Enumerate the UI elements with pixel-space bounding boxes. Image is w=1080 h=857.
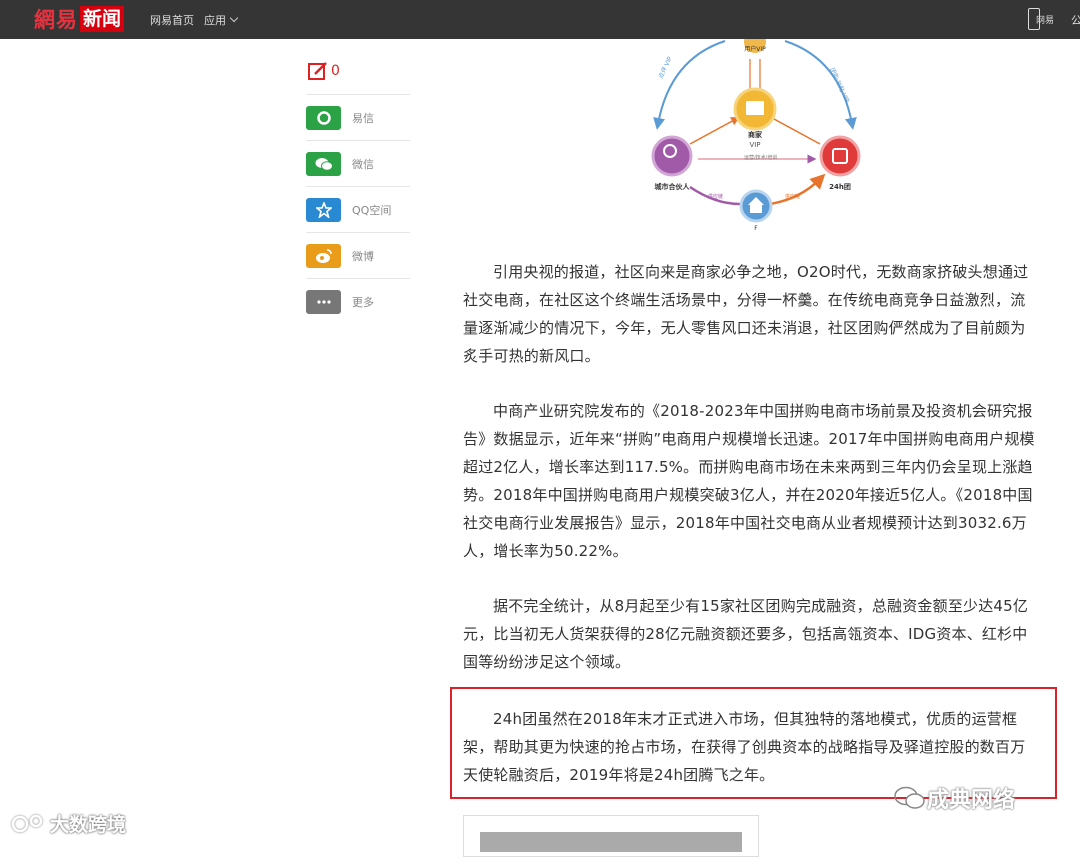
bottom-left-label: 供应链 — [708, 193, 723, 200]
right-node-label: 24h团 — [829, 182, 851, 191]
phone-label: 网易 — [1036, 16, 1055, 26]
share-weibo[interactable]: 微博 — [306, 232, 410, 279]
share-label: 微信 — [352, 158, 374, 171]
share-label: QQ空间 — [352, 204, 392, 217]
chevron-down-icon — [229, 13, 239, 23]
share-label: 微博 — [352, 250, 374, 263]
business-model-diagram: 用户VIP 商家 VIP 城市合伙人 24h团 F 运营/技术/培训 点评 VI… — [651, 39, 861, 232]
share-label: 更多 — [352, 296, 374, 309]
right-arc-label: 团购·补贴 VIP — [828, 66, 851, 104]
watermark-left: 大数跨境 — [10, 810, 126, 837]
bottom-right-label: 供应链 — [785, 193, 800, 200]
share-wechat[interactable]: 微信 — [306, 140, 410, 187]
wechat-watermark-icon — [894, 786, 925, 809]
article-paragraph-4: 24h团虽然在2018年末才正式进入市场，但其独特的落地模式，优质的运营框架，帮… — [463, 710, 1026, 784]
24h-node — [819, 135, 861, 177]
watermark-logo-icon — [11, 814, 43, 832]
article-paragraph-3: 据不完全统计，从8月起至少有15家社区团购完成融资，总融资金额至少达45亿元，比… — [463, 597, 1029, 671]
article-paragraph-1: 引用央视的报道，社区向来是商家必争之地，O2O时代，无数商家挤破头想通过社交电商… — [463, 263, 1029, 365]
comment-button[interactable]: 0 — [307, 60, 340, 82]
comment-count: 0 — [331, 63, 340, 79]
edit-comment-icon — [308, 62, 327, 80]
topbar-edge-text[interactable]: 公 — [1071, 12, 1080, 28]
logo-brand: 網易 — [34, 7, 78, 32]
more-icon — [306, 290, 341, 314]
left-arc-arrow — [653, 40, 726, 130]
qzone-star-icon — [306, 198, 341, 222]
top-node-label: 用户VIP — [744, 45, 766, 53]
watermark-right: 成典网络 — [893, 782, 1015, 814]
nav-home-link[interactable]: 网易首页 — [150, 12, 194, 28]
yixin-icon — [306, 106, 341, 130]
bottom-node-label: F — [754, 225, 758, 232]
left-arc-label: 点评 VIP — [657, 55, 674, 80]
share-qzone[interactable]: QQ空间 — [306, 186, 410, 233]
center-node-sub: VIP — [749, 141, 760, 149]
left-node-label: 城市合伙人 — [655, 182, 691, 191]
center-node-title: 商家 — [748, 130, 763, 139]
watermark-left-text: 大数跨境 — [50, 814, 127, 836]
wechat-icon — [306, 152, 341, 176]
share-yixin[interactable]: 易信 — [306, 94, 410, 141]
mid-line-label: 运营/技术/培训 — [744, 154, 777, 161]
share-label: 易信 — [352, 112, 374, 125]
article-image — [480, 832, 742, 852]
nav-app-label: 应用 — [204, 14, 226, 27]
article-paragraph-2: 中商产业研究院发布的《2018-2023年中国拼购电商市场前景及投资机会研究报告… — [463, 402, 1035, 560]
share-more[interactable]: 更多 — [306, 278, 410, 325]
weibo-icon — [306, 244, 341, 268]
netease-news-logo[interactable]: 網易 新闻 — [34, 5, 125, 33]
nav-app-menu[interactable]: 应用 — [204, 12, 239, 28]
logo-news: 新闻 — [80, 6, 125, 32]
watermark-right-text: 成典网络 — [927, 788, 1016, 813]
bottom-right-arc — [769, 173, 826, 206]
top-nav-bar: 網易 新闻 网易首页 应用 网易 公 — [0, 0, 1080, 39]
